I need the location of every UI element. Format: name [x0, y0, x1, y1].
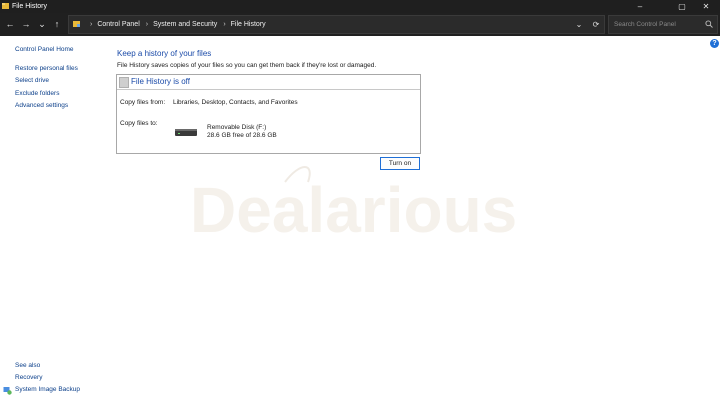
- control-panel-folder-icon: [73, 21, 80, 27]
- copy-from-value: Libraries, Desktop, Contacts, and Favori…: [173, 99, 298, 106]
- breadcrumb-separator: ›: [223, 21, 226, 28]
- sidebar-restore-personal-files[interactable]: Restore personal files: [15, 65, 78, 72]
- drive-name: Removable Disk (F:): [207, 124, 267, 131]
- sidebar-select-drive[interactable]: Select drive: [15, 77, 49, 84]
- status-header: File History is off: [117, 75, 420, 90]
- close-button[interactable]: ✕: [692, 0, 720, 13]
- status-indicator-icon: [119, 77, 129, 88]
- sidebar-exclude-folders[interactable]: Exclude folders: [15, 90, 59, 97]
- search-input[interactable]: Search Control Panel: [608, 15, 718, 34]
- breadcrumb-separator: ›: [145, 21, 149, 28]
- breadcrumb-file-history[interactable]: File History: [231, 21, 266, 28]
- status-text: File History is off: [131, 77, 190, 86]
- help-icon[interactable]: ?: [710, 39, 719, 48]
- removable-drive-icon: [175, 129, 197, 136]
- up-arrow-icon[interactable]: ↑: [51, 18, 63, 30]
- search-icon: [705, 20, 713, 28]
- breadcrumb-separator: ›: [90, 21, 93, 28]
- address-dropdown-chevron-icon[interactable]: ⌄: [572, 17, 586, 32]
- back-arrow-icon[interactable]: ←: [4, 18, 16, 30]
- copy-to-label: Copy files to:: [120, 120, 158, 127]
- search-placeholder: Search Control Panel: [614, 21, 676, 28]
- turn-on-button[interactable]: Turn on: [380, 157, 420, 170]
- see-also-heading: See also: [15, 362, 41, 369]
- see-also-system-image-backup[interactable]: System Image Backup: [15, 386, 80, 393]
- copy-from-label: Copy files from:: [120, 99, 166, 106]
- breadcrumb: › Control Panel › System and Security › …: [84, 16, 266, 33]
- refresh-icon[interactable]: ⟳: [589, 17, 603, 32]
- title-bar: File History – ▢ ✕: [0, 0, 720, 13]
- sidebar-advanced-settings[interactable]: Advanced settings: [15, 102, 68, 109]
- forward-arrow-icon[interactable]: →: [20, 18, 32, 30]
- recent-locations-chevron-icon[interactable]: ⌄: [36, 18, 48, 30]
- breadcrumb-system-and-security[interactable]: System and Security: [153, 21, 217, 28]
- watermark-text: Dealarious: [190, 174, 517, 246]
- address-bar[interactable]: › Control Panel › System and Security › …: [68, 15, 605, 34]
- dealarious-watermark: Dealarious: [190, 166, 517, 246]
- navigation-bar: ← → ⌄ ↑ › Control Panel › System and Sec…: [0, 13, 720, 36]
- breadcrumb-control-panel[interactable]: Control Panel: [97, 21, 139, 28]
- see-also-recovery[interactable]: Recovery: [15, 374, 42, 381]
- page-description: File History saves copies of your files …: [117, 62, 377, 69]
- file-history-app-icon: [2, 3, 9, 9]
- file-history-status-panel: File History is off Copy files from: Lib…: [116, 74, 421, 154]
- minimize-button[interactable]: –: [626, 0, 654, 13]
- window-title: File History: [12, 3, 48, 10]
- page-title: Keep a history of your files: [117, 49, 212, 58]
- system-image-backup-icon: [3, 387, 12, 395]
- sidebar-control-panel-home[interactable]: Control Panel Home: [15, 46, 74, 53]
- drive-free-space: 28.6 GB free of 28.6 GB: [207, 132, 277, 139]
